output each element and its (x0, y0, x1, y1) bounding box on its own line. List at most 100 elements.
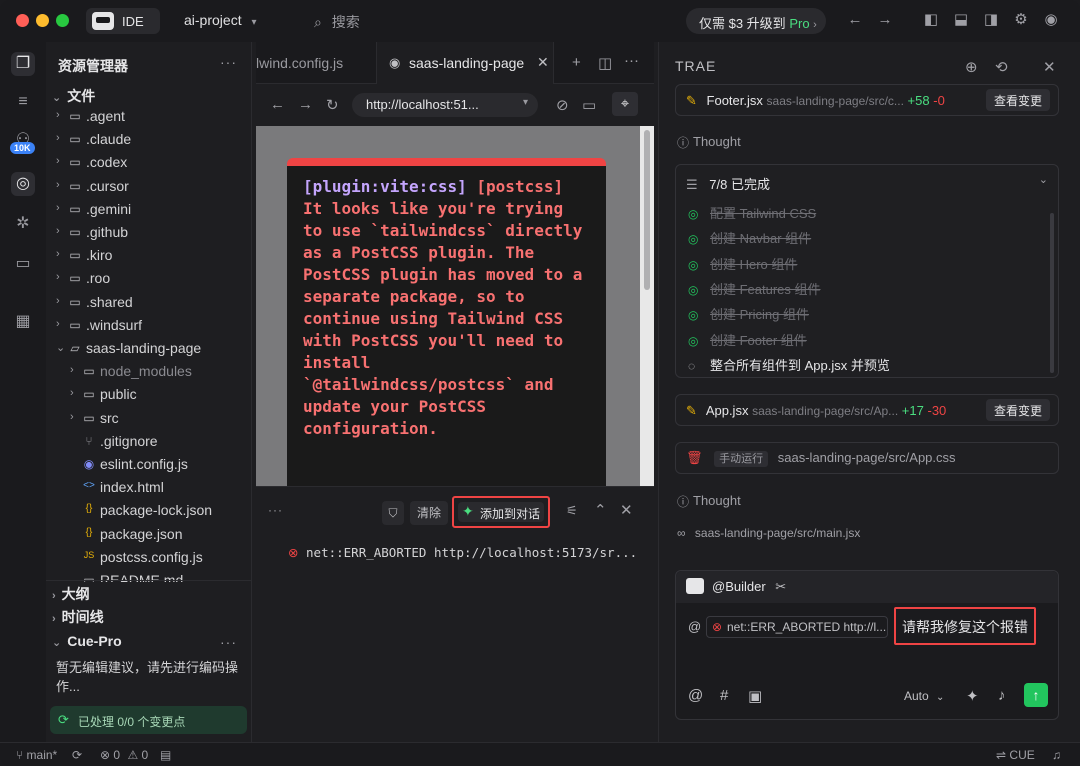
tab-tailwind-config[interactable]: lwind.config.js (256, 42, 376, 84)
project-selector[interactable]: ai-project ▾ (184, 12, 257, 28)
back-icon[interactable]: ← (270, 96, 285, 113)
account-icon[interactable]: ◉ (1042, 11, 1060, 29)
tree-item[interactable]: ⑂ .gitignore (46, 431, 251, 453)
thought-label[interactable]: Thought (693, 493, 741, 508)
branch-indicator[interactable]: ⑂ main* (16, 748, 57, 762)
model-selector[interactable]: Auto ⌄ (904, 689, 944, 703)
forward-icon[interactable]: → (298, 96, 313, 113)
debug-bug-icon[interactable]: ✲ (11, 212, 35, 236)
message-input[interactable]: 请帮我修复这个报错 (894, 607, 1036, 645)
clear-button[interactable]: 清除 (410, 501, 448, 525)
scroll-thumb[interactable] (644, 130, 650, 290)
close-tab-icon[interactable]: ✕ (537, 54, 549, 71)
console-error-line[interactable]: ⊗ net::ERR_ABORTED http://localhost:5173… (288, 545, 637, 560)
tree-item[interactable]: {} package.json (46, 524, 251, 546)
tree-item[interactable]: › ▭ .gemini (46, 199, 251, 221)
files-section-header[interactable]: ⌄ 文件 (52, 86, 95, 106)
minimize-window-button[interactable] (36, 14, 49, 27)
tree-item[interactable]: › ▭ .roo (46, 268, 251, 290)
chat-input-box: @Builder ✂ @ ⊗ net::ERR_ABORTED http://l… (675, 570, 1059, 720)
settings-sliders-icon[interactable]: ⚟ (566, 503, 578, 519)
tree-item[interactable]: › ▭ .agent (46, 106, 251, 128)
preview-scrollbar[interactable] (640, 126, 654, 486)
toggle-panel-icon[interactable]: ⬓ (952, 11, 970, 29)
preview-eye-icon[interactable]: ◎ (11, 172, 35, 196)
collapse-icon[interactable]: ⌄ (1039, 173, 1048, 186)
toggle-right-panel-icon[interactable]: ◨ (982, 11, 1000, 29)
tree-item[interactable]: JS postcss.config.js (46, 547, 251, 569)
settings-gear-icon[interactable]: ⚙ (1012, 11, 1030, 29)
tree-item[interactable]: › ▭ .kiro (46, 245, 251, 267)
microphone-icon[interactable]: ♪ (998, 687, 1006, 704)
device-toggle-icon[interactable]: ▭ (582, 96, 596, 114)
close-icon[interactable]: ✕ (620, 501, 633, 519)
tree-item[interactable]: <> index.html (46, 477, 251, 499)
timeline-section-header[interactable]: › 时间线 (52, 607, 104, 627)
console-more-icon[interactable]: ··· (268, 503, 283, 517)
sync-icon[interactable]: ⟳ (72, 748, 82, 762)
toggle-sidebar-icon[interactable]: ◧ (922, 11, 940, 29)
close-panel-icon[interactable]: ✕ (1043, 58, 1056, 76)
read-file-row[interactable]: ∞ saas-landing-page/src/main.jsx (677, 526, 860, 540)
send-button[interactable]: ↑ (1024, 683, 1048, 707)
tree-item[interactable]: › ▭ .claude (46, 129, 251, 151)
agent-selector[interactable]: @Builder ✂ (676, 571, 1058, 603)
new-chat-icon[interactable]: ⊕ (965, 58, 978, 76)
element-picker-icon[interactable]: ⌖ (612, 92, 638, 116)
upgrade-button[interactable]: 仅需 $3 升级到 Pro › (686, 8, 826, 34)
new-tab-icon[interactable]: + (572, 54, 581, 71)
close-window-button[interactable] (16, 14, 29, 27)
at-mention-icon[interactable]: @ (688, 687, 703, 704)
file-change-card-app[interactable]: ✎ App.jsx saas-landing-page/src/Ap... +1… (675, 394, 1059, 426)
file-change-card-footer[interactable]: ✎ Footer.jsx saas-landing-page/src/c... … (675, 84, 1059, 116)
image-icon[interactable]: ▣ (748, 687, 762, 705)
sparkle-icon[interactable]: ✦ (966, 687, 979, 705)
remote-monitor-icon[interactable]: ▭ (11, 252, 35, 276)
compass-icon[interactable]: ⊘ (556, 96, 569, 114)
tree-item[interactable]: › ▭ node_modules (46, 361, 251, 383)
tree-item[interactable]: {} package-lock.json (46, 500, 251, 522)
todo-header[interactable]: ☰ 7/8 已完成 (686, 174, 770, 193)
arrow-left-icon[interactable]: ← (846, 11, 864, 29)
view-changes-button[interactable]: 查看变更 (985, 89, 1050, 111)
split-editor-icon[interactable]: ◫ (598, 54, 612, 72)
tree-item[interactable]: › ▭ .github (46, 222, 251, 244)
apps-grid-icon[interactable]: ▦ (11, 310, 35, 334)
todo-scrollbar[interactable] (1050, 213, 1054, 373)
add-to-chat-button[interactable]: ✦ 添加到对话 (458, 502, 544, 522)
reload-icon[interactable]: ↻ (326, 96, 339, 114)
manual-run-card[interactable]: 🗑 手动运行 saas-landing-page/src/App.css (675, 442, 1059, 474)
outline-section-header[interactable]: › 大纲 (52, 584, 90, 604)
search-replace-icon[interactable]: ≡ (11, 90, 35, 114)
history-icon[interactable]: ⟲ (995, 58, 1008, 76)
tree-item[interactable]: ◉ eslint.config.js (46, 454, 251, 476)
explorer-files-icon[interactable]: ❐ (11, 52, 35, 76)
arrow-right-icon[interactable]: → (876, 11, 894, 29)
tree-item[interactable]: › ▭ .codex (46, 152, 251, 174)
more-options-icon[interactable]: ··· (220, 54, 237, 70)
tab-saas-landing-page[interactable]: ◉ saas-landing-page ✕ (376, 42, 554, 84)
tree-item[interactable]: › ▭ public (46, 384, 251, 406)
url-input[interactable]: http://localhost:51... ▾ (352, 93, 538, 117)
filter-icon[interactable]: ⛉ (382, 501, 404, 525)
cue-indicator[interactable]: ⇌ CUE (996, 748, 1035, 762)
view-changes-button[interactable]: 查看变更 (985, 399, 1050, 421)
tree-item[interactable]: › ▭ .windsurf (46, 315, 251, 337)
chevron-up-icon[interactable]: ⌃ (594, 501, 607, 519)
tree-item[interactable]: › ▭ .cursor (46, 176, 251, 198)
notifications-bell-icon[interactable]: ♫ (1052, 748, 1061, 762)
more-icon[interactable]: ··· (624, 52, 639, 69)
cue-more-icon[interactable]: ··· (220, 634, 237, 650)
thought-label[interactable]: Thought (693, 134, 741, 149)
zoom-window-button[interactable] (56, 14, 69, 27)
cue-pro-header[interactable]: ⌄ Cue-Pro (52, 633, 122, 649)
tree-item[interactable]: › ▭ .shared (46, 292, 251, 314)
tree-item[interactable]: ⌄ ▱ saas-landing-page (46, 338, 251, 360)
ports-icon[interactable]: ▤ (160, 748, 171, 762)
problems-indicator[interactable]: ⊗ 0 ⚠ 0 (100, 748, 148, 762)
tree-item[interactable]: › ▭ src (46, 408, 251, 430)
context-chip[interactable]: ⊗ net::ERR_ABORTED http://l... (706, 616, 888, 638)
mode-switch[interactable]: IDE (86, 8, 160, 34)
hash-icon[interactable]: # (720, 687, 728, 704)
search-box[interactable]: ⌕ 搜索 (314, 12, 360, 32)
